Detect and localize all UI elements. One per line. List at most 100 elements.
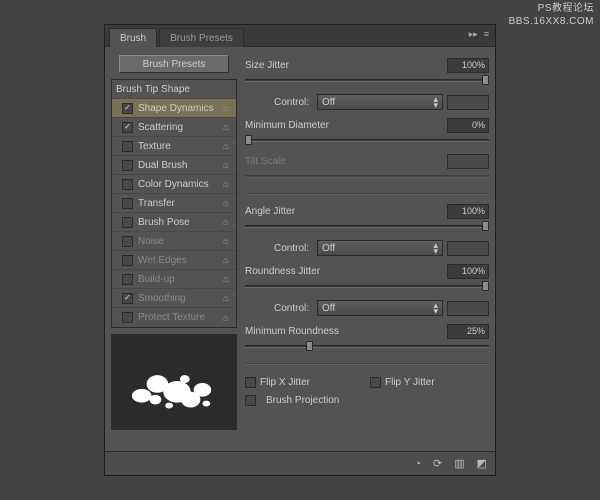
size-jitter-slider[interactable] bbox=[245, 75, 489, 87]
tab-brush-presets[interactable]: Brush Presets bbox=[159, 28, 244, 47]
lock-icon[interactable]: ⌂ bbox=[223, 255, 232, 265]
reset-icon[interactable]: ⟳ bbox=[433, 457, 442, 470]
toggle-icon[interactable]: ◔ bbox=[414, 458, 421, 470]
lock-icon[interactable]: ⌂ bbox=[223, 160, 232, 170]
brush-projection-row: Brush Projection bbox=[245, 391, 489, 409]
checkbox[interactable] bbox=[122, 236, 133, 247]
list-item-label: Scattering bbox=[138, 122, 223, 133]
list-item[interactable]: Protect Texture⌂ bbox=[112, 308, 236, 327]
list-item[interactable]: Shape Dynamics⌂ bbox=[112, 99, 236, 118]
lock-icon[interactable]: ⌂ bbox=[223, 217, 232, 227]
control1-extra bbox=[447, 95, 489, 110]
brush-panel: Brush Brush Presets ▸▸ ≡ Brush Presets B… bbox=[104, 24, 496, 476]
brush-presets-button[interactable]: Brush Presets bbox=[119, 55, 229, 73]
list-item[interactable]: Wet Edges⌂ bbox=[112, 251, 236, 270]
min-roundness-slider[interactable] bbox=[245, 341, 489, 353]
checkbox[interactable] bbox=[122, 103, 133, 114]
lock-icon[interactable]: ⌂ bbox=[223, 141, 232, 151]
roundness-jitter-control-select[interactable]: Off ▴▾ bbox=[317, 300, 443, 316]
list-item[interactable]: Brush Tip Shape bbox=[112, 80, 236, 99]
size-jitter-value[interactable]: 100% bbox=[447, 58, 489, 73]
roundness-jitter-slider[interactable] bbox=[245, 281, 489, 293]
angle-jitter-slider[interactable] bbox=[245, 221, 489, 233]
list-item[interactable]: Color Dynamics⌂ bbox=[112, 175, 236, 194]
lock-icon[interactable]: ⌂ bbox=[223, 122, 232, 132]
control-label: Control: bbox=[245, 243, 317, 254]
tilt-scale-slider bbox=[245, 171, 489, 183]
min-roundness-value[interactable]: 25% bbox=[447, 324, 489, 339]
flip-y-checkbox[interactable] bbox=[370, 377, 381, 388]
checkbox[interactable] bbox=[122, 198, 133, 209]
separator bbox=[245, 193, 489, 195]
roundness-jitter-value[interactable]: 100% bbox=[447, 264, 489, 279]
min-diameter-row: Minimum Diameter 0% bbox=[245, 117, 489, 133]
chevron-updown-icon: ▴▾ bbox=[433, 96, 438, 108]
lock-icon[interactable]: ⌂ bbox=[223, 198, 232, 208]
list-item[interactable]: Transfer⌂ bbox=[112, 194, 236, 213]
list-item-label: Smoothing bbox=[138, 293, 223, 304]
lock-icon[interactable]: ⌂ bbox=[223, 293, 232, 303]
angle-jitter-value[interactable]: 100% bbox=[447, 204, 489, 219]
new-preset-icon[interactable]: ▥ bbox=[454, 457, 464, 470]
list-item[interactable]: Smoothing⌂ bbox=[112, 289, 236, 308]
size-jitter-control-row: Control: Off ▴▾ bbox=[245, 93, 489, 111]
tilt-scale-label: Tilt Scale bbox=[245, 156, 447, 167]
flip-x-label: Flip X Jitter bbox=[260, 377, 310, 388]
list-item-label: Brush Pose bbox=[138, 217, 223, 228]
flip-x-checkbox[interactable] bbox=[245, 377, 256, 388]
control2-extra bbox=[447, 241, 489, 256]
list-item[interactable]: Dual Brush⌂ bbox=[112, 156, 236, 175]
checkbox[interactable] bbox=[122, 179, 133, 190]
list-item[interactable]: Noise⌂ bbox=[112, 232, 236, 251]
list-item-label: Build-up bbox=[138, 274, 223, 285]
watermark: PS教程论坛 BBS.16XX8.COM bbox=[509, 2, 594, 28]
panel-tab-icons: ▸▸ ≡ bbox=[469, 29, 489, 40]
checkbox[interactable] bbox=[122, 141, 133, 152]
list-item-label: Brush Tip Shape bbox=[116, 84, 232, 95]
list-item[interactable]: Scattering⌂ bbox=[112, 118, 236, 137]
list-item[interactable]: Brush Pose⌂ bbox=[112, 213, 236, 232]
brush-projection-label: Brush Projection bbox=[266, 395, 339, 406]
lock-icon[interactable]: ⌂ bbox=[223, 274, 232, 284]
tab-brush[interactable]: Brush bbox=[109, 28, 157, 47]
brush-projection-checkbox[interactable] bbox=[245, 395, 256, 406]
list-item-label: Wet Edges bbox=[138, 255, 223, 266]
min-diameter-slider[interactable] bbox=[245, 135, 489, 147]
size-jitter-control-select[interactable]: Off ▴▾ bbox=[317, 94, 443, 110]
size-jitter-row: Size Jitter 100% bbox=[245, 57, 489, 73]
min-roundness-label: Minimum Roundness bbox=[245, 326, 447, 337]
checkbox[interactable] bbox=[122, 255, 133, 266]
roundness-jitter-label: Roundness Jitter bbox=[245, 266, 447, 277]
panel-tabs: Brush Brush Presets ▸▸ ≡ bbox=[105, 25, 495, 47]
checkbox[interactable] bbox=[122, 293, 133, 304]
left-column: Brush Presets Brush Tip Shape Shape Dynam… bbox=[111, 53, 237, 451]
checkbox[interactable] bbox=[122, 217, 133, 228]
list-item[interactable]: Texture⌂ bbox=[112, 137, 236, 156]
save-preset-icon[interactable]: ◩ bbox=[477, 457, 487, 470]
brush-preview bbox=[111, 334, 237, 430]
list-item-label: Color Dynamics bbox=[138, 179, 223, 190]
control3-extra bbox=[447, 301, 489, 316]
lock-icon[interactable]: ⌂ bbox=[223, 236, 232, 246]
control-label: Control: bbox=[245, 303, 317, 314]
checkbox[interactable] bbox=[122, 160, 133, 171]
tilt-scale-row: Tilt Scale bbox=[245, 153, 489, 169]
control-label: Control: bbox=[245, 97, 317, 108]
list-item-label: Protect Texture bbox=[138, 312, 223, 323]
list-item[interactable]: Build-up⌂ bbox=[112, 270, 236, 289]
lock-icon[interactable]: ⌂ bbox=[223, 179, 232, 189]
checkbox[interactable] bbox=[122, 122, 133, 133]
checkbox[interactable] bbox=[122, 274, 133, 285]
angle-jitter-control-select[interactable]: Off ▴▾ bbox=[317, 240, 443, 256]
separator bbox=[245, 363, 489, 365]
list-item-label: Transfer bbox=[138, 198, 223, 209]
tilt-scale-value bbox=[447, 154, 489, 169]
angle-jitter-row: Angle Jitter 100% bbox=[245, 203, 489, 219]
lock-icon[interactable]: ⌂ bbox=[223, 103, 232, 113]
panel-menu-icon[interactable]: ≡ bbox=[484, 29, 489, 40]
list-item-label: Shape Dynamics bbox=[138, 103, 223, 114]
checkbox[interactable] bbox=[122, 312, 133, 323]
min-diameter-value[interactable]: 0% bbox=[447, 118, 489, 133]
lock-icon[interactable]: ⌂ bbox=[223, 313, 232, 323]
collapse-icon[interactable]: ▸▸ bbox=[469, 29, 478, 40]
